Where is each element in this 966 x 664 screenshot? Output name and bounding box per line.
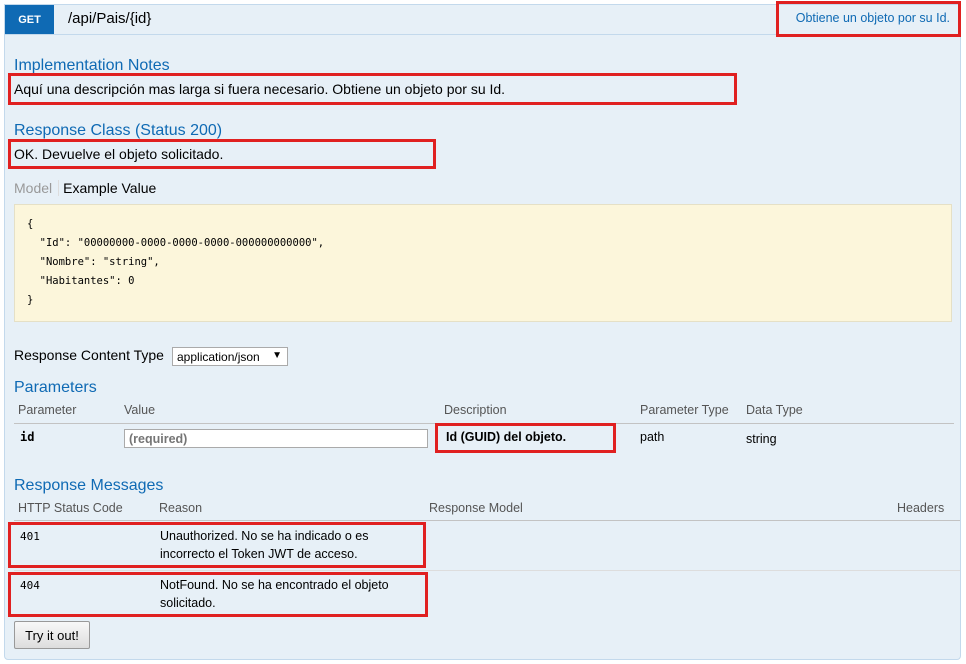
parameters-title: Parameters [14, 379, 97, 396]
param-header-parameter: Parameter [18, 403, 77, 417]
content-type-select[interactable]: application/json ▼ [172, 347, 288, 366]
resp-header-response-model: Response Model [429, 501, 523, 515]
try-it-out-button[interactable]: Try it out! [14, 621, 90, 649]
param-header-parameter-type: Parameter Type [640, 403, 729, 417]
tab-example-value[interactable]: Example Value [59, 180, 156, 196]
row-divider [14, 570, 960, 571]
highlight-implementation-notes [8, 73, 737, 105]
param-header-data-type: Data Type [746, 403, 803, 417]
param-header-value: Value [124, 403, 156, 417]
content-type-value: application/json [177, 349, 260, 364]
response-messages-title: Response Messages [14, 477, 164, 494]
example-value-code: { "Id": "00000000-0000-0000-0000-0000000… [14, 204, 952, 322]
param-header-description: Description [444, 403, 507, 417]
operation-panel: GET /api/Pais/{id} Obtiene un objeto por… [4, 1, 961, 660]
content-type-label: Response Content Type [14, 347, 164, 363]
highlight-404 [8, 572, 428, 617]
dropdown-arrow-icon: ▼ [272, 350, 282, 361]
resp-header-reason: Reason [159, 501, 203, 515]
response-class-title: Response Class (Status 200) [14, 122, 223, 139]
highlight-401 [8, 522, 426, 568]
http-method-badge[interactable]: GET [5, 5, 54, 34]
tab-model[interactable]: Model [14, 180, 60, 196]
highlight-summary [776, 1, 961, 37]
resp-header-status-code: HTTP Status Code [18, 501, 123, 515]
model-tabs: Model Example Value [14, 180, 156, 196]
resp-header-divider [14, 520, 960, 521]
resp-header-headers: Headers [897, 501, 945, 515]
param-data-type: string [746, 432, 777, 446]
highlight-param-description [435, 423, 616, 453]
endpoint-path[interactable]: /api/Pais/{id} [68, 10, 151, 27]
param-name: id [20, 430, 35, 444]
param-type: path [640, 430, 665, 444]
highlight-response-class [8, 139, 436, 169]
param-id-input[interactable] [124, 429, 428, 448]
